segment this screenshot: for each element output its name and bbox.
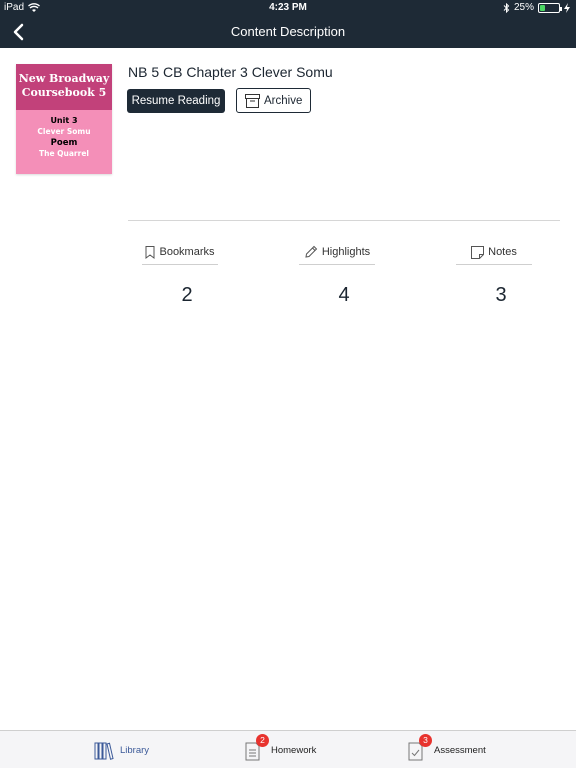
cover-unit: Unit 3 <box>50 116 78 125</box>
note-icon <box>471 245 485 259</box>
highlights-underline <box>299 264 375 265</box>
highlights-count: 4 <box>338 284 350 306</box>
homework-badge: 2 <box>256 734 269 747</box>
tab-homework-label: Homework <box>271 744 317 756</box>
resume-reading-button[interactable]: Resume Reading <box>127 89 225 113</box>
page-title: Content Description <box>230 24 346 39</box>
resume-reading-label: Resume Reading <box>131 95 221 107</box>
divider <box>128 220 560 221</box>
status-right: 25% <box>503 2 570 13</box>
tab-assessment-label: Assessment <box>434 744 486 756</box>
assessment-badge: 3 <box>419 734 432 747</box>
status-bar: iPad 4:23 PM 25% <box>0 0 576 16</box>
tab-homework[interactable]: 2 Homework <box>245 734 317 763</box>
library-icon <box>94 742 114 760</box>
status-time: 4:23 PM <box>269 2 307 13</box>
archive-label: Archive <box>264 94 303 107</box>
book-title: NB 5 CB Chapter 3 Clever Somu <box>128 64 333 80</box>
notes-underline <box>456 264 532 265</box>
nav-bar: Content Description <box>0 16 576 48</box>
archive-icon <box>245 93 260 108</box>
highlights-label: Highlights <box>321 246 371 258</box>
tab-library[interactable]: Library <box>94 737 149 763</box>
bookmark-icon <box>145 245 155 259</box>
bookmarks-count: 2 <box>181 284 193 306</box>
pencil-icon <box>305 245 318 258</box>
notes-label: Notes <box>488 246 517 258</box>
bookmarks-tab[interactable]: Bookmarks <box>142 240 218 264</box>
battery-percent: 25% <box>513 2 534 13</box>
cover-title-block: New Broadway Coursebook 5 <box>16 64 112 110</box>
archive-button[interactable]: Archive <box>236 88 311 113</box>
assessment-icon-wrap: 3 <box>408 734 432 761</box>
battery-icon <box>538 2 562 13</box>
cover-title-line1: New Broadway <box>18 72 110 85</box>
notes-tab[interactable]: Notes <box>456 240 532 264</box>
bluetooth-icon <box>503 2 510 13</box>
tab-bar: Library 2 Homework 3 Assessment <box>0 730 576 768</box>
bookmarks-underline <box>142 264 218 265</box>
homework-icon-wrap: 2 <box>245 734 269 761</box>
tab-assessment[interactable]: 3 Assessment <box>408 734 486 763</box>
cover-story: Clever Somu <box>37 127 91 136</box>
book-cover: New Broadway Coursebook 5 Unit 3 Clever … <box>16 64 112 174</box>
highlights-tab[interactable]: Highlights <box>299 240 375 264</box>
tab-library-label: Library <box>120 744 150 756</box>
charging-icon <box>564 2 570 13</box>
library-icon-wrap <box>94 739 114 761</box>
notes-count: 3 <box>495 284 507 306</box>
bookmarks-label: Bookmarks <box>159 246 215 258</box>
cover-poem: The Quarrel <box>39 149 89 158</box>
cover-title-line2: Coursebook 5 <box>21 86 107 99</box>
cover-section: Poem <box>50 138 78 148</box>
